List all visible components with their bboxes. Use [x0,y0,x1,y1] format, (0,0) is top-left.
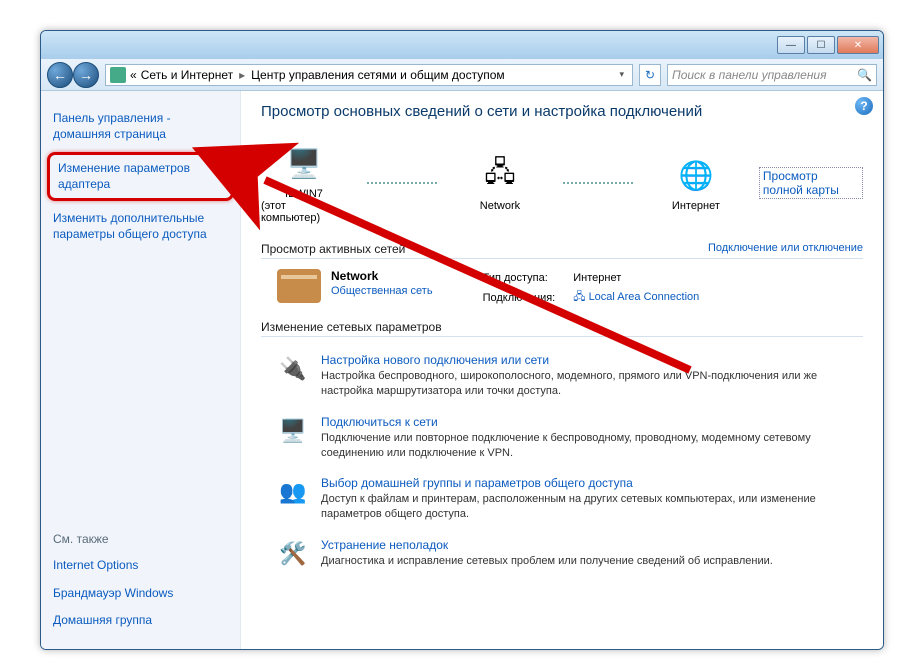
sidebar-adapter-settings-link[interactable]: Изменение параметров адаптера [58,161,223,192]
adapter-icon: 🖧 [573,291,585,303]
table-row: Тип доступа: Интернет [475,271,708,285]
navigation-row: ← → « Сеть и Интернет ▸ Центр управления… [41,59,883,91]
network-details: Тип доступа: Интернет Подключения: 🖧 Loc… [473,269,710,310]
setting-desc: Подключение или повторное подключение к … [321,431,857,461]
change-settings-label: Изменение сетевых параметров [261,320,863,337]
help-icon[interactable]: ? [855,97,873,115]
detail-key: Тип доступа: [475,271,564,285]
setting-desc: Настройка беспроводного, широкополосного… [321,369,857,399]
network-map: 🖥️ IEWIN7 (этот компьютер) 🖧 Network 🌐 И… [261,134,863,232]
monitor-icon: 🖥️ [277,415,309,447]
full-map-link[interactable]: Просмотр полной карты [759,167,863,199]
active-network-item: Network Общественная сеть Тип доступа: И… [277,269,863,310]
setting-desc: Диагностика и исправление сетевых пробле… [321,554,773,569]
setting-connect-network[interactable]: 🖥️ Подключиться к сети Подключение или п… [261,407,863,469]
map-node-sub: (этот компьютер) [261,200,347,224]
sidebar-firewall-link[interactable]: Брандмауэр Windows [53,586,228,602]
people-icon: 👥 [277,476,309,508]
refresh-button[interactable]: ↻ [639,64,661,86]
breadcrumb-item[interactable]: Центр управления сетями и общим доступом [251,68,505,82]
network-center-icon [110,67,126,83]
setting-title: Выбор домашней группы и параметров общег… [321,476,857,490]
network-type-link[interactable]: Общественная сеть [331,285,433,297]
titlebar: — ☐ ✕ [41,31,883,59]
sidebar-home-link[interactable]: Панель управления - домашняя страница [53,111,228,142]
chevron-right-icon: ▸ [237,68,247,82]
search-input[interactable]: Поиск в панели управления 🔍 [667,64,877,86]
nav-buttons: ← → [47,62,99,88]
connect-disconnect-link[interactable]: Подключение или отключение [708,242,863,254]
address-dropdown[interactable]: ▾ [615,69,628,80]
setting-title: Устранение неполадок [321,538,773,552]
network-name: Network [331,269,378,283]
setting-homegroup[interactable]: 👥 Выбор домашней группы и параметров общ… [261,468,863,530]
setting-title: Подключиться к сети [321,415,857,429]
page-title: Просмотр основных сведений о сети и наст… [261,103,863,120]
setting-new-connection[interactable]: 🔌 Настройка нового подключения или сети … [261,345,863,407]
connection-link[interactable]: 🖧 Local Area Connection [565,287,707,308]
minimize-button[interactable]: — [777,36,805,54]
detail-value: Интернет [565,271,707,285]
setting-desc: Доступ к файлам и принтерам, расположенн… [321,492,857,522]
breadcrumb-item[interactable]: Сеть и Интернет [141,68,233,82]
see-also-heading: См. также [53,532,228,546]
sidebar-homegroup-link[interactable]: Домашняя группа [53,613,228,629]
search-icon: 🔍 [857,68,872,82]
window-body: Панель управления - домашняя страница Из… [41,91,883,649]
content-pane: ? Просмотр основных сведений о сети и на… [241,91,883,649]
sidebar: Панель управления - домашняя страница Из… [41,91,241,649]
section-label-text: Просмотр активных сетей [261,242,405,256]
maximize-button[interactable]: ☐ [807,36,835,54]
wrench-icon: 🛠️ [277,538,309,570]
computer-icon: 🖥️ [283,142,325,184]
network-icon: 🖧 [479,154,521,196]
setting-troubleshoot[interactable]: 🛠️ Устранение неполадок Диагностика и ис… [261,530,863,578]
annotation-highlight: Изменение параметров адаптера [47,152,234,201]
connection-name: Local Area Connection [589,291,700,303]
control-panel-window: — ☐ ✕ ← → « Сеть и Интернет ▸ Центр упра… [40,30,884,650]
close-button[interactable]: ✕ [837,36,879,54]
setting-title: Настройка нового подключения или сети [321,353,857,367]
map-connection-line [367,182,437,184]
map-node-internet: 🌐 Интернет [653,154,739,212]
sidebar-advanced-sharing-link[interactable]: Изменить дополнительные параметры общего… [53,211,228,242]
search-placeholder: Поиск в панели управления [672,68,827,82]
park-bench-icon [277,269,321,303]
back-button[interactable]: ← [47,62,73,88]
table-row: Подключения: 🖧 Local Area Connection [475,287,708,308]
settings-list: 🔌 Настройка нового подключения или сети … [261,345,863,578]
map-node-network: 🖧 Network [457,154,543,212]
map-node-this-pc: 🖥️ IEWIN7 (этот компьютер) [261,142,347,224]
address-bar[interactable]: « Сеть и Интернет ▸ Центр управления сет… [105,64,633,86]
globe-icon: 🌐 [675,154,717,196]
plug-icon: 🔌 [277,353,309,385]
map-node-name: Network [480,200,520,212]
network-identity: Network Общественная сеть [277,269,433,310]
sidebar-internet-options-link[interactable]: Internet Options [53,558,228,574]
breadcrumb-prefix: « [130,68,137,82]
active-networks-label: Просмотр активных сетей Подключение или … [261,242,863,259]
map-connection-line [563,182,633,184]
detail-key: Подключения: [475,287,564,308]
map-node-name: IEWIN7 [285,188,323,200]
forward-button[interactable]: → [73,62,99,88]
map-node-name: Интернет [672,200,720,212]
